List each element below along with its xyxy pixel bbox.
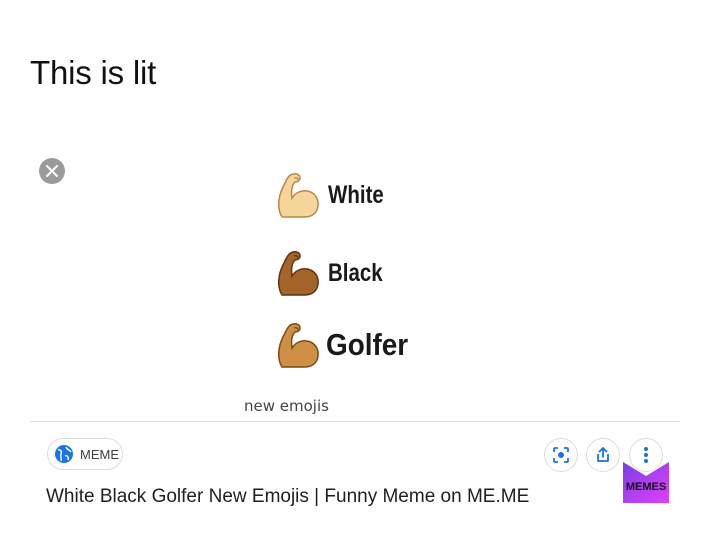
source-label: MEME xyxy=(80,446,119,462)
share-button[interactable] xyxy=(586,438,620,472)
lens-icon xyxy=(553,447,569,463)
meme-row-golfer: Golfer xyxy=(274,321,417,369)
svg-text:MEMES: MEMES xyxy=(626,481,666,493)
close-icon xyxy=(46,165,58,177)
globe-icon xyxy=(55,445,73,463)
result-title[interactable]: White Black Golfer New Emojis | Funny Me… xyxy=(46,486,529,508)
lens-button[interactable] xyxy=(544,438,578,472)
post-caption: This is lit xyxy=(30,54,157,91)
meme-label-black: Black xyxy=(328,258,383,287)
meme-row-white: White xyxy=(274,171,396,219)
memes-logo: MEMES xyxy=(623,462,669,503)
flexed-biceps-medium-icon xyxy=(278,323,319,368)
divider xyxy=(30,421,680,422)
meme-label-white: White xyxy=(328,180,384,209)
meme-label-golfer: Golfer xyxy=(326,327,409,362)
meme-row-black: Black xyxy=(274,249,395,297)
flexed-biceps-light-icon xyxy=(278,173,319,218)
share-icon xyxy=(597,447,609,462)
source-chip[interactable]: MEME xyxy=(47,438,123,470)
close-button[interactable] xyxy=(39,158,65,184)
image-caption: new emojis xyxy=(244,397,329,415)
flexed-biceps-dark-icon xyxy=(278,251,319,296)
